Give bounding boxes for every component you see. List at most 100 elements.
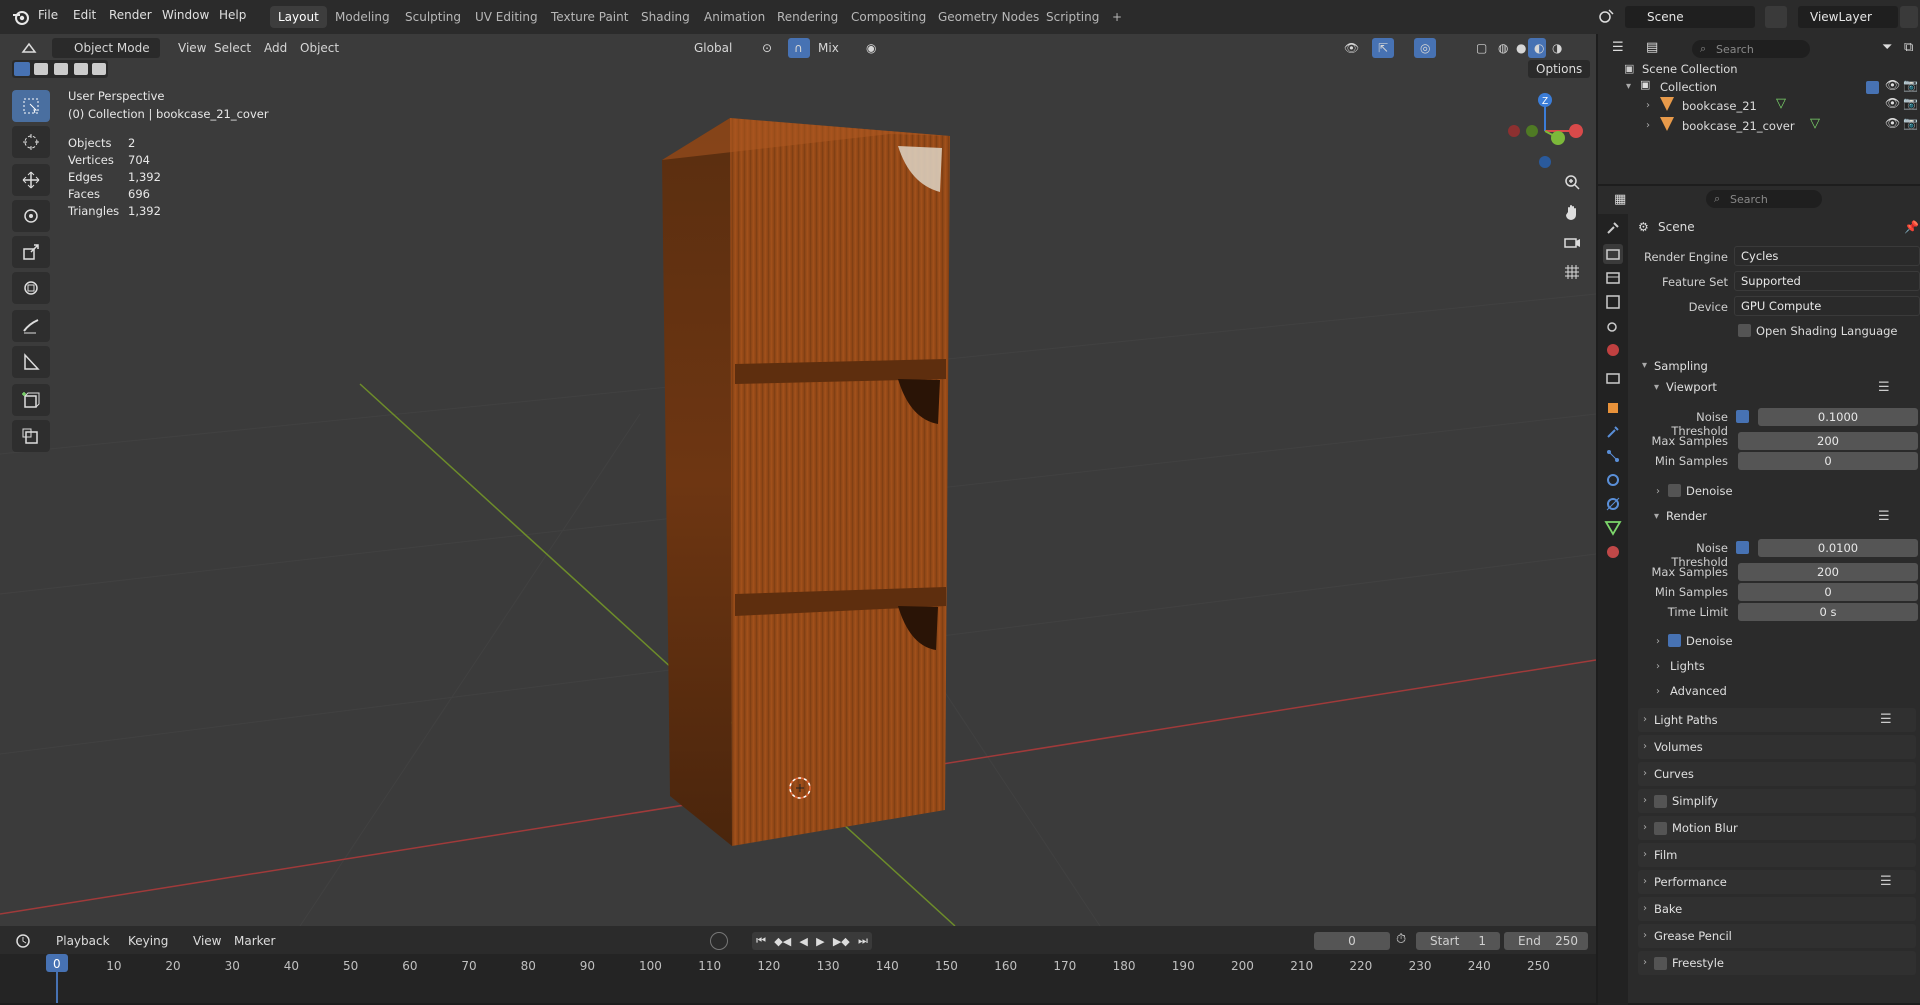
properties-search-input[interactable]: Search	[1730, 193, 1768, 206]
tab-uv-editing[interactable]: UV Editing	[467, 6, 546, 28]
menu-window[interactable]: Window	[162, 8, 209, 22]
object-visibility-icon[interactable]: 👁	[1885, 96, 1900, 110]
material-tab-icon[interactable]	[1603, 542, 1623, 562]
gizmo-toggle-icon[interactable]: ⇱	[1372, 38, 1394, 58]
properties-editor-icon[interactable]: ▦	[1614, 192, 1626, 207]
select-extend-icon[interactable]	[34, 63, 48, 75]
transform-orientation-dropdown[interactable]: Global	[672, 38, 738, 58]
render-preset-icon[interactable]: ☰	[1878, 509, 1890, 524]
render-denoise-expand-icon[interactable]: ›	[1656, 636, 1660, 647]
stopwatch-icon[interactable]: ⏱	[1396, 932, 1406, 947]
tab-shading[interactable]: Shading	[633, 6, 698, 28]
auto-keying-icon[interactable]	[710, 932, 728, 950]
menu-edit[interactable]: Edit	[73, 8, 96, 22]
physics-tab-icon[interactable]	[1603, 470, 1623, 490]
bake-panel[interactable]: › Bake	[1638, 897, 1916, 921]
select-mode-group[interactable]	[12, 60, 108, 78]
performance-panel[interactable]: › Performance ☰	[1638, 870, 1916, 894]
select-new-icon[interactable]	[14, 62, 30, 76]
view-layer-field[interactable]: ViewLayer	[1810, 10, 1872, 24]
tool-rotate[interactable]	[12, 200, 50, 232]
viewport-preset-icon[interactable]: ☰	[1878, 380, 1890, 395]
collection-tab-icon[interactable]	[1603, 368, 1623, 388]
tab-scripting[interactable]: Scripting	[1038, 6, 1107, 28]
wireframe-shading-icon[interactable]: ◍	[1492, 38, 1510, 58]
scene-tab-icon[interactable]	[1603, 316, 1623, 336]
viewport-denoise-expand-icon[interactable]: ›	[1656, 486, 1660, 497]
object-tab-icon[interactable]	[1603, 398, 1623, 418]
time-limit-field[interactable]: 0 s	[1738, 603, 1918, 621]
viewport-noise-threshold-field[interactable]: 0.1000	[1758, 408, 1918, 426]
object-name[interactable]: bookcase_21	[1682, 99, 1757, 113]
grease-pencil-panel[interactable]: › Grease Pencil	[1638, 924, 1916, 948]
sampling-panel-header[interactable]: ▾ Sampling	[1638, 354, 1916, 378]
curves-panel[interactable]: › Curves	[1638, 762, 1916, 786]
particles-tab-icon[interactable]	[1603, 446, 1623, 466]
snap-icon[interactable]: ∩	[788, 38, 810, 58]
pivot-icon[interactable]: ⊙	[756, 38, 782, 58]
light-paths-preset-icon[interactable]: ☰	[1880, 708, 1892, 732]
end-frame-field[interactable]: End 250	[1504, 932, 1588, 950]
display-mode-icon[interactable]: ▤	[1646, 40, 1658, 55]
tool-cursor[interactable]	[12, 126, 50, 158]
menu-add[interactable]: Add	[258, 38, 293, 58]
expand-icon[interactable]: ›	[1646, 100, 1650, 111]
select-invert-icon[interactable]	[74, 63, 88, 75]
current-frame-field[interactable]: 0	[1314, 932, 1390, 950]
proportional-edit-icon[interactable]: ◉	[860, 38, 882, 58]
object-name[interactable]: bookcase_21_cover	[1682, 119, 1795, 133]
advanced-label[interactable]: Advanced	[1670, 684, 1727, 698]
mesh-data-icon[interactable]: ▽	[1810, 116, 1820, 131]
tab-rendering[interactable]: Rendering	[769, 6, 846, 28]
jump-keyframe-forward-icon[interactable]: ▶◆	[833, 935, 850, 948]
motion-blur-panel[interactable]: › Motion Blur	[1638, 816, 1916, 840]
3d-viewport[interactable]: Object Mode View Select Add Object Globa…	[0, 34, 1596, 926]
material-shading-icon[interactable]: ◐	[1528, 38, 1546, 58]
mesh-data-icon[interactable]: ▽	[1776, 96, 1786, 111]
freestyle-checkbox[interactable]	[1654, 957, 1667, 970]
viewport-denoise-checkbox[interactable]	[1668, 484, 1681, 497]
blender-logo-icon[interactable]	[12, 9, 30, 25]
modifier-tab-icon[interactable]	[1603, 422, 1623, 442]
select-subtract-icon[interactable]	[54, 63, 68, 75]
output-tab-icon[interactable]	[1603, 268, 1623, 288]
editor-type-icon[interactable]	[14, 38, 46, 58]
pin-icon[interactable]: 📌	[1904, 220, 1919, 234]
render-tab-icon[interactable]	[1603, 244, 1623, 264]
scene-collection-label[interactable]: Scene Collection	[1642, 62, 1738, 76]
render-denoise-checkbox[interactable]	[1668, 634, 1681, 647]
freestyle-panel[interactable]: › Freestyle	[1638, 951, 1916, 975]
scene-name-field[interactable]: Scene	[1647, 10, 1684, 24]
menu-marker[interactable]: Marker	[234, 934, 275, 948]
collection-exclude-checkbox[interactable]	[1866, 81, 1879, 94]
menu-select[interactable]: Select	[208, 38, 257, 58]
ortho-grid-icon[interactable]	[1558, 258, 1586, 286]
device-dropdown[interactable]: GPU Compute	[1734, 296, 1920, 316]
object-render-icon[interactable]: 📷	[1903, 116, 1918, 130]
menu-render[interactable]: Render	[109, 8, 152, 22]
outliner-editor-icon[interactable]: ☰	[1612, 40, 1624, 55]
navigation-gizmo[interactable]: Z	[1500, 86, 1590, 176]
play-icon[interactable]: ▶	[816, 935, 824, 948]
add-workspace-button[interactable]: +	[1104, 6, 1130, 28]
tab-geometry-nodes[interactable]: Geometry Nodes	[930, 6, 1047, 28]
timeline-editor-icon[interactable]	[14, 932, 42, 950]
menu-timeline-view[interactable]: View	[193, 934, 221, 948]
feature-set-dropdown[interactable]: Supported	[1734, 271, 1920, 291]
render-engine-dropdown[interactable]: Cycles	[1734, 246, 1920, 266]
viewport-noise-threshold-checkbox[interactable]	[1736, 410, 1749, 423]
lights-expand-icon[interactable]: ›	[1656, 661, 1660, 672]
simplify-panel[interactable]: › Simplify	[1638, 789, 1916, 813]
tool-measure[interactable]	[12, 346, 50, 378]
new-collection-icon[interactable]: ⧉	[1904, 40, 1913, 55]
object-render-icon[interactable]: 📷	[1903, 96, 1918, 110]
volumes-panel[interactable]: › Volumes	[1638, 735, 1916, 759]
render-min-samples-field[interactable]: 0	[1738, 583, 1918, 601]
scene-icon[interactable]	[1598, 6, 1616, 26]
filter-icon[interactable]: ⏷	[1882, 40, 1892, 55]
motion-blur-checkbox[interactable]	[1654, 822, 1667, 835]
timeline[interactable]: Playback Keying View Marker ⏮ ◆◀ ◀ ▶ ▶◆ …	[0, 926, 1596, 1003]
expand-icon[interactable]: ›	[1646, 120, 1650, 131]
menu-file[interactable]: File	[38, 8, 58, 22]
menu-object[interactable]: Object	[294, 38, 345, 58]
